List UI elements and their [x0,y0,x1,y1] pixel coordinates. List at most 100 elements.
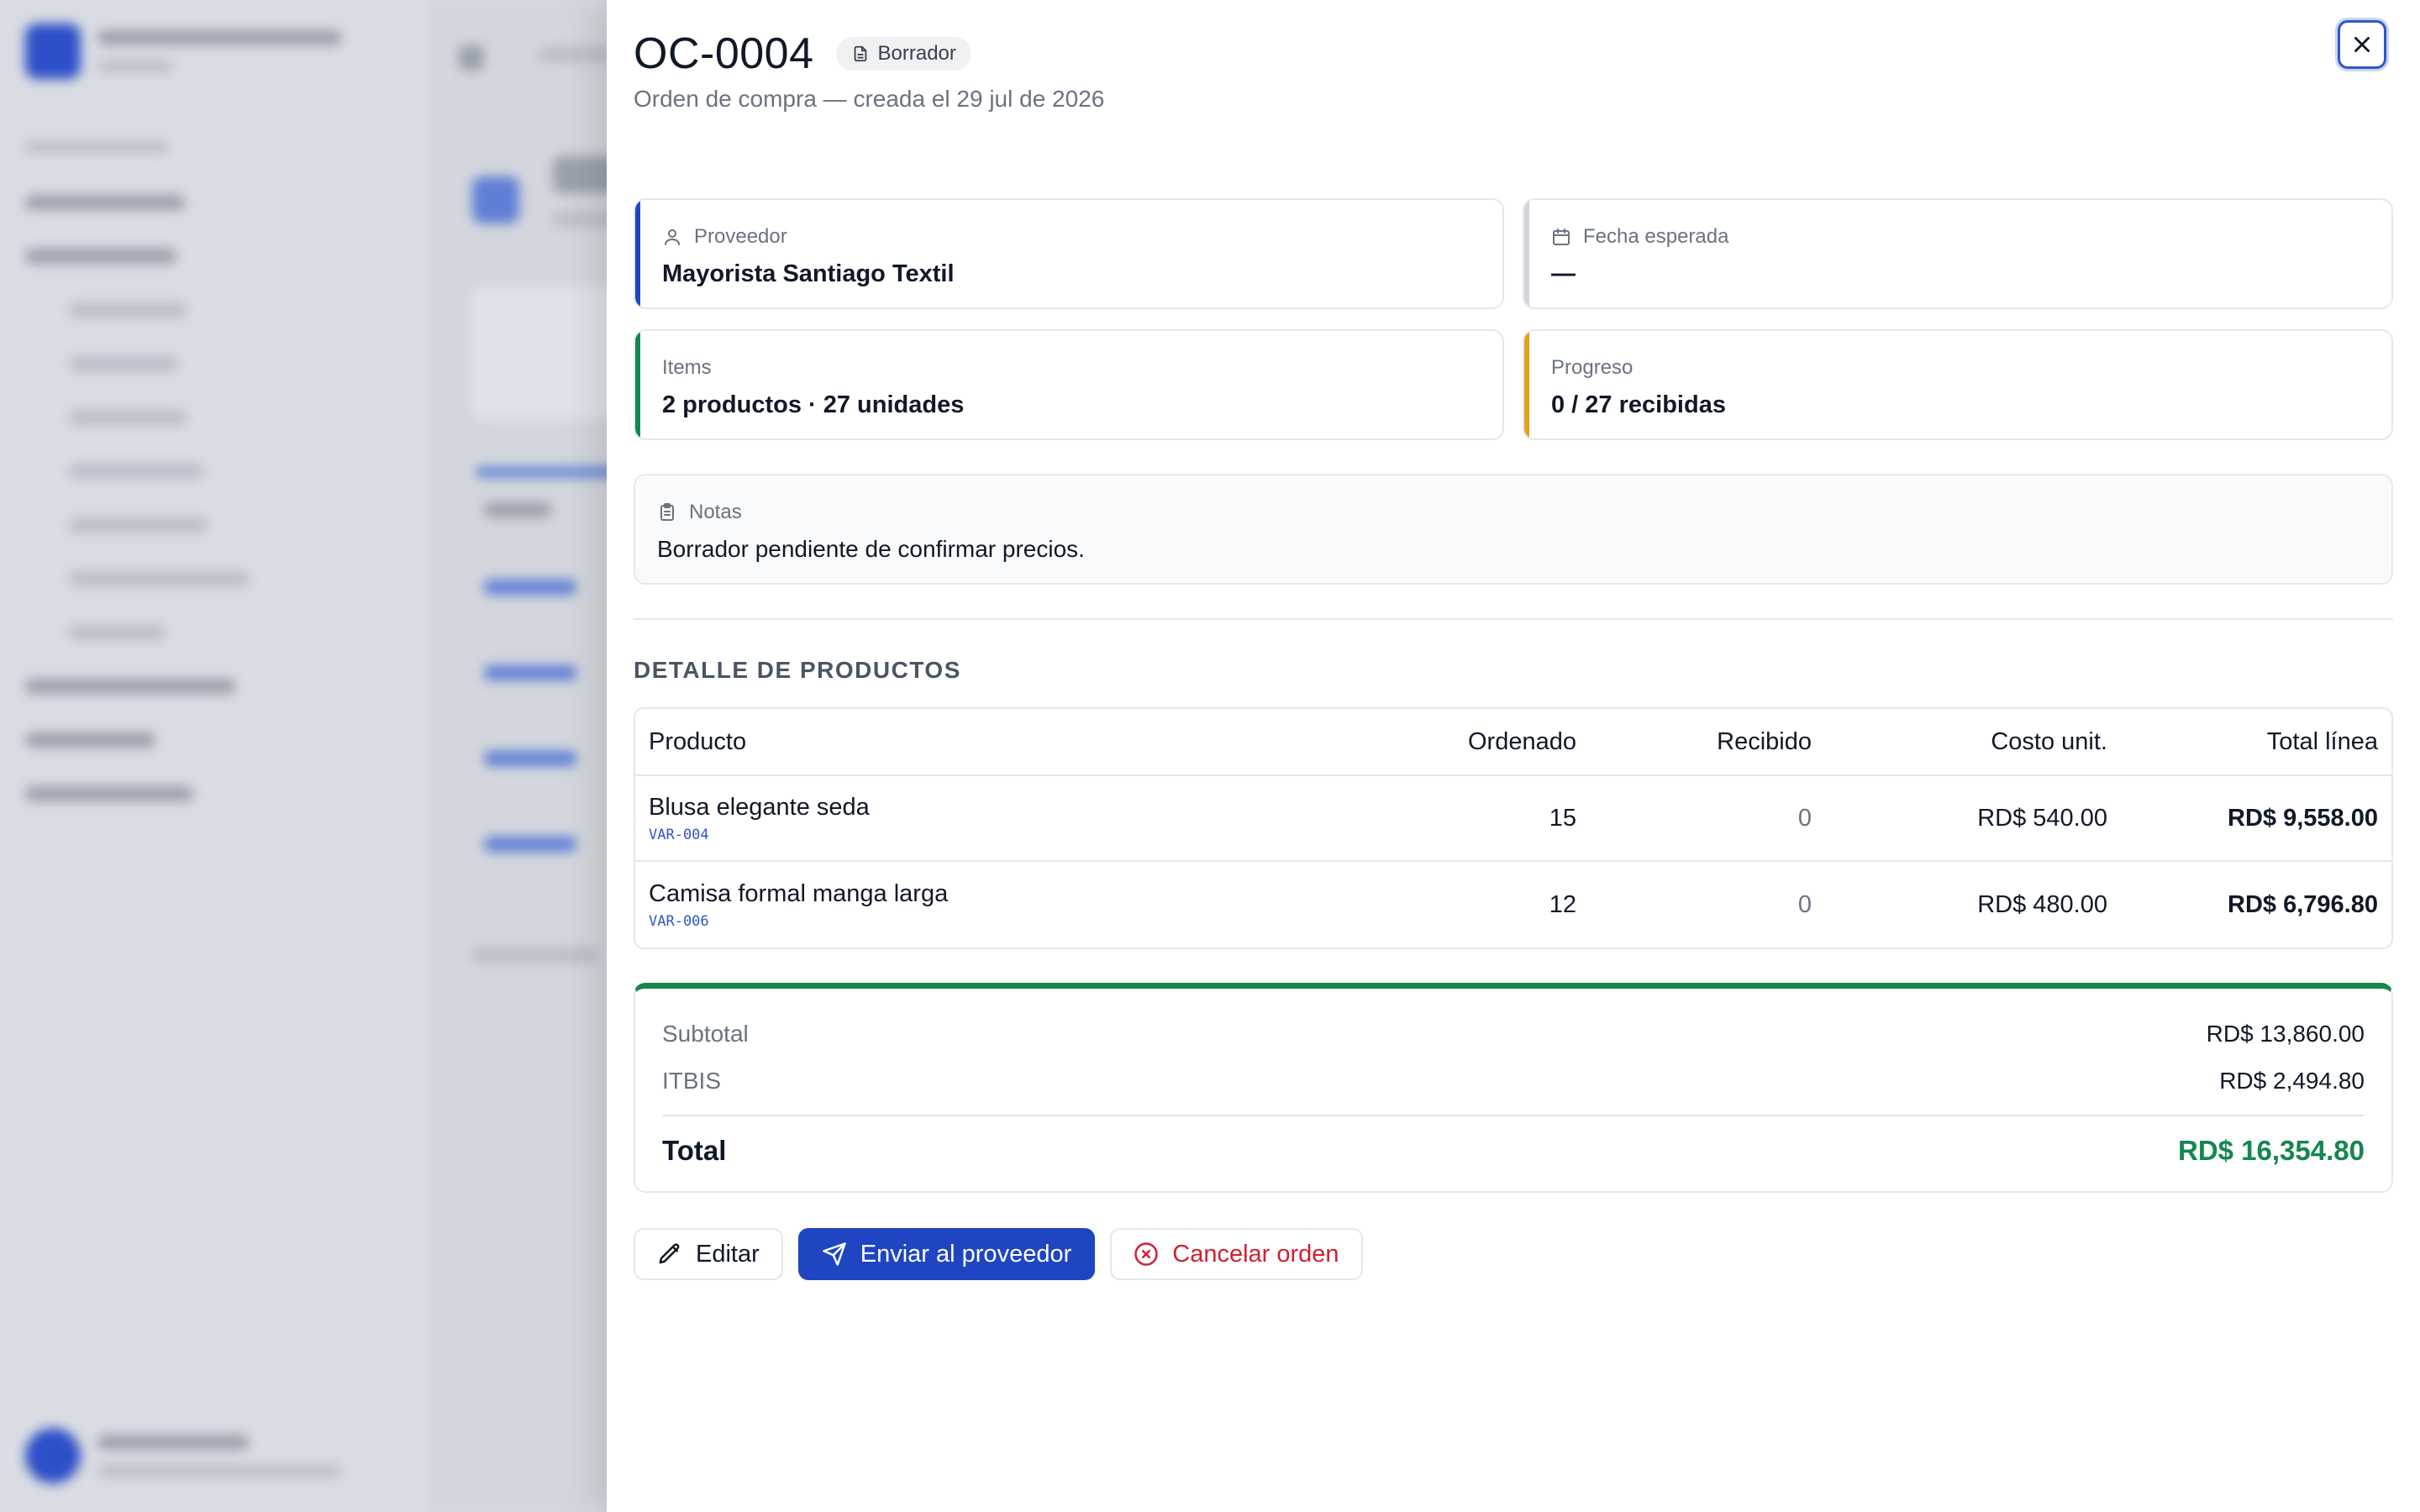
background-brand-logo [25,24,81,79]
background-bar [25,679,235,694]
supplier-label-row: Proveedor [662,225,787,249]
background-bar [69,571,250,586]
header-line-total: Total línea [2266,727,2378,755]
items-label-row: Items [662,356,712,380]
total-label: Total [662,1135,727,1166]
expected-value: — [1551,260,1576,287]
background-bar [472,948,598,963]
header-product: Producto [649,727,747,755]
product-sku: VAR-006 [649,912,709,930]
subtotal-value: RD$ 13,860.00 [2206,1021,2365,1047]
notes-text: Borrador pendiente de confirmar precios. [657,536,1085,562]
header-ordered: Ordenado [1468,727,1576,755]
background-bar [484,580,576,595]
line-total: RD$ 6,796.80 [2228,890,2378,918]
card-accent [635,200,640,307]
title-row: OC-0004 Borrador [634,29,971,79]
status-label: Borrador [877,42,956,65]
order-detail-panel: OC-0004 Borrador Orden de compra — cread… [607,0,2420,1512]
background-bar [484,751,576,766]
table-row: Blusa elegante seda VAR-004 15 0 RD$ 540… [635,776,2391,862]
total-value: RD$ 16,354.80 [2178,1135,2365,1166]
received-qty: 0 [1797,804,1812,832]
notes-card: Notas Borrador pendiente de confirmar pr… [634,474,2393,585]
status-badge: Borrador [835,37,971,71]
background-user-avatar [25,1428,81,1483]
totals-divider [662,1115,2365,1116]
document-icon [854,45,866,62]
product-name: Camisa formal manga larga [649,879,949,907]
x-circle-icon [1134,1242,1158,1266]
order-number: OC-0004 [634,29,814,78]
user-icon [665,229,680,245]
supplier-value: Mayorista Santiago Textil [662,260,955,287]
section-divider [634,618,2393,620]
product-sku: VAR-004 [649,826,709,843]
background-bar [97,30,341,45]
calendar-icon [1553,228,1570,245]
expected-date-card: Fecha esperada — [1523,198,2393,309]
card-accent [1524,331,1529,438]
background-sidebar [0,0,429,1512]
background-bar [538,47,613,62]
progress-label: Progreso [1551,356,1634,379]
progress-label-row: Progreso [1551,356,1633,380]
order-subtitle: Orden de compra — creada el 29 jul de 20… [634,86,1105,112]
table-header: Producto Ordenado Recibido Costo unit. T… [635,709,2391,776]
tax-value: RD$ 2,494.80 [2219,1068,2365,1094]
background-bar [69,302,187,318]
cancel-label: Cancelar orden [1172,1240,1339,1268]
product-cell: Camisa formal manga larga VAR-006 [635,880,1324,930]
background-bar [97,1465,341,1477]
progress-value: 0 / 27 recibidas [1551,391,1726,418]
card-accent [635,331,640,438]
close-button[interactable] [2338,20,2386,69]
send-icon [823,1242,846,1266]
items-label: Items [662,356,712,379]
ordered-qty: 15 [1549,804,1576,832]
tax-row: ITBIS RD$ 2,494.80 [662,1068,2365,1095]
background-bar [472,176,519,223]
background-bar [69,625,166,640]
received-qty: 0 [1797,890,1812,918]
expected-label: Fecha esperada [1583,225,1729,248]
expected-label-row: Fecha esperada [1551,225,1728,249]
close-icon [2354,37,2370,52]
background-bar [484,502,551,517]
background-bar [25,732,155,748]
table-row: Camisa formal manga larga VAR-006 12 0 R… [635,862,2391,948]
line-total: RD$ 9,558.00 [2228,804,2378,832]
details-section-title: DETALLE DE PRODUCTOS [634,657,961,683]
subtotal-label: Subtotal [662,1021,749,1047]
cancel-order-button[interactable]: Cancelar orden [1110,1228,1363,1280]
unit-cost: RD$ 480.00 [1977,890,2107,918]
background-bar [97,1435,249,1450]
edit-label: Editar [696,1240,760,1268]
pencil-icon [659,1243,680,1264]
background-bar [69,410,187,425]
products-table: Producto Ordenado Recibido Costo unit. T… [634,707,2393,949]
background-bar [25,195,185,210]
product-name: Blusa elegante seda [649,793,870,821]
edit-button[interactable]: Editar [634,1228,783,1280]
header-received: Recibido [1717,727,1812,755]
send-to-supplier-button[interactable]: Enviar al proveedor [797,1228,1096,1280]
items-value: 2 productos · 27 unidades [662,391,965,418]
ordered-qty: 12 [1549,890,1576,918]
unit-cost: RD$ 540.00 [1977,804,2107,832]
product-cell: Blusa elegante seda VAR-004 [635,794,1324,843]
background-bar [69,517,208,533]
background-bar [97,60,173,72]
tax-label: ITBIS [662,1068,722,1094]
card-accent [1524,200,1529,307]
background-bar [69,464,203,479]
supplier-card: Proveedor Mayorista Santiago Textil [634,198,1504,309]
background-bar [69,356,178,371]
progress-card: Progreso 0 / 27 recibidas [1523,329,2393,440]
clipboard-icon [660,503,674,521]
background-bar [484,665,576,680]
send-label: Enviar al proveedor [860,1240,1072,1268]
background-bar [25,786,193,801]
notes-label-row: Notas [657,501,742,524]
grand-total-row: Total RD$ 16,354.80 [662,1135,2365,1167]
